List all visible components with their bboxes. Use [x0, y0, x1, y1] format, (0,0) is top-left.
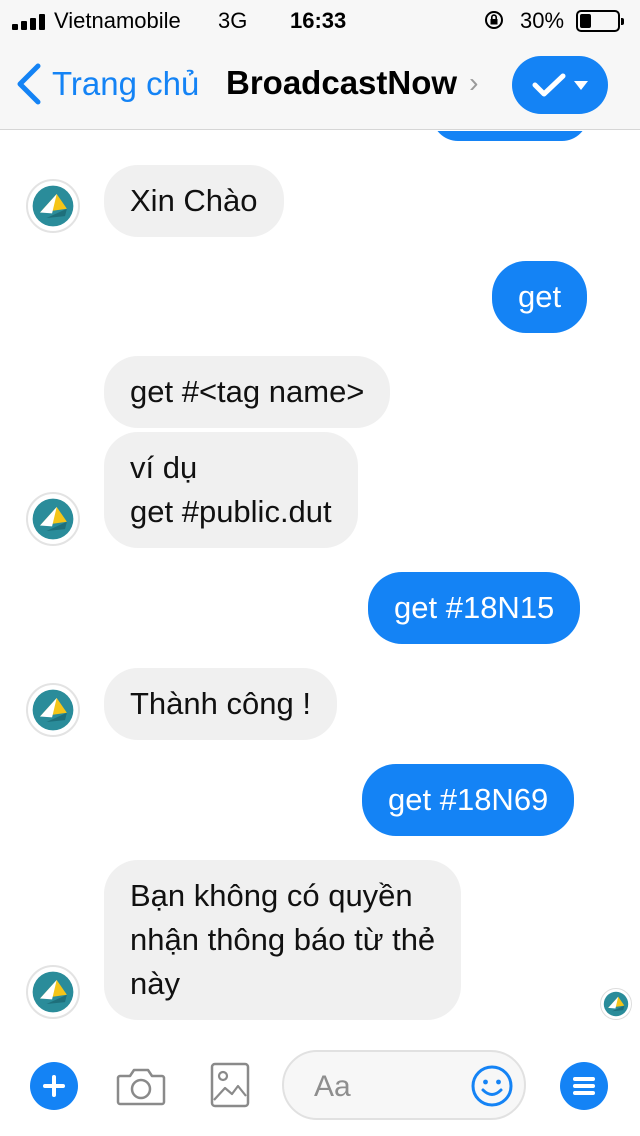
composer-bar: Aa — [0, 1036, 640, 1136]
battery-icon — [576, 10, 624, 32]
check-dropdown-button[interactable] — [512, 56, 608, 114]
read-receipt-avatar — [600, 988, 632, 1020]
message-list[interactable]: Xin Chào get get #<tag name> ví dụ get #… — [0, 131, 640, 1036]
carrier-name: Vietnamobile — [54, 8, 181, 33]
bot-logo-icon — [32, 971, 74, 1013]
message-incoming[interactable]: get #<tag name> — [104, 356, 391, 428]
status-bar: Vietnamobile 3G 16:33 30% — [0, 0, 640, 40]
bot-logo-icon — [32, 689, 74, 731]
message-outgoing[interactable]: get — [492, 261, 588, 333]
image-icon[interactable] — [210, 1062, 250, 1108]
message-incoming[interactable]: Thành công ! — [104, 668, 337, 740]
bot-avatar[interactable] — [26, 492, 80, 546]
previous-outgoing-bubble — [432, 131, 588, 141]
bot-logo-icon — [32, 185, 74, 227]
caret-down-icon — [574, 80, 588, 90]
back-button[interactable]: Trang chủ — [14, 60, 199, 108]
navigation-bar: Trang chủ BroadcastNow › — [0, 40, 640, 130]
bot-avatar[interactable] — [26, 179, 80, 233]
checkmark-icon — [532, 73, 566, 97]
bot-avatar[interactable] — [26, 965, 80, 1019]
bot-logo-icon — [603, 991, 629, 1017]
orientation-lock-icon — [484, 10, 504, 30]
menu-icon[interactable] — [560, 1062, 608, 1110]
message-input[interactable]: Aa — [282, 1050, 526, 1120]
network-type: 3G — [218, 8, 248, 33]
emoji-icon[interactable] — [470, 1064, 514, 1108]
message-input-placeholder: Aa — [314, 1070, 351, 1103]
clock: 16:33 — [290, 8, 347, 33]
conversation-title[interactable]: BroadcastNow › — [226, 64, 478, 102]
message-outgoing[interactable]: get #18N69 — [362, 764, 575, 836]
page-title: BroadcastNow — [226, 64, 458, 101]
bot-logo-icon — [32, 498, 74, 540]
message-incoming[interactable]: ví dụ get #public.dut — [104, 432, 358, 548]
message-incoming[interactable]: Bạn không có quyền nhận thông báo từ thẻ… — [104, 860, 462, 1020]
chevron-right-icon: › — [469, 67, 479, 98]
bot-avatar[interactable] — [26, 683, 80, 737]
battery-percent: 30% — [520, 8, 565, 33]
message-incoming[interactable]: Xin Chào — [104, 165, 284, 237]
signal-strength-icon — [12, 14, 48, 30]
message-outgoing[interactable]: get #18N15 — [368, 572, 581, 644]
plus-icon[interactable] — [30, 1062, 78, 1110]
chevron-left-icon — [17, 63, 41, 105]
camera-icon[interactable] — [116, 1064, 166, 1108]
back-button-label: Trang chủ — [52, 65, 200, 102]
